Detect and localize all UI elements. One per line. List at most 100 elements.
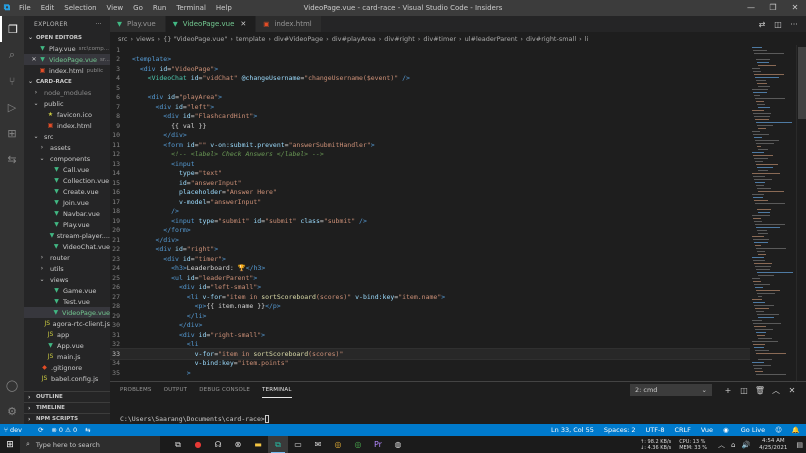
panel-tab-problems[interactable]: PROBLEMS — [120, 382, 152, 398]
vscode-insiders-icon[interactable]: ⧉ — [268, 436, 288, 453]
code-line[interactable]: 1 — [110, 45, 750, 55]
tab-play-vue[interactable]: ▼ Play.vue — [110, 16, 166, 32]
sidebar-section-timeline[interactable]: › TIMELINE — [24, 402, 110, 413]
new-terminal-icon[interactable]: + — [720, 386, 736, 395]
close-icon[interactable]: ✕ — [784, 0, 806, 16]
breadcrumb-item[interactable]: views — [136, 35, 154, 43]
code-line[interactable]: 4 <VideoChat id="vidChat" @changeUsernam… — [110, 74, 750, 84]
account-icon[interactable]: ◯ — [0, 372, 24, 398]
go-live-button[interactable]: ◉ Go Live — [723, 426, 765, 434]
file-item[interactable]: JS app — [24, 329, 110, 340]
task-view-icon[interactable]: ⧉ — [168, 436, 188, 453]
code-line[interactable]: 13 <input — [110, 159, 750, 169]
panel-tab-output[interactable]: OUTPUT — [164, 382, 188, 398]
more-actions-icon[interactable]: ··· — [95, 21, 102, 28]
live-share-icon[interactable]: ⇆ — [0, 146, 24, 172]
language-mode[interactable]: Vue — [701, 426, 713, 434]
code-line[interactable]: 28 <p>{{ item.name }}</p> — [110, 302, 750, 312]
run-debug-icon[interactable]: ▷ — [0, 94, 24, 120]
live-share-status-icon[interactable]: ⇆ — [85, 426, 90, 434]
code-line[interactable]: 12 <!-- <label> Check Answers </label> -… — [110, 150, 750, 160]
code-line[interactable]: 11 <form id="" v-on:submit.prevent="answ… — [110, 140, 750, 150]
folder-item[interactable]: › utils — [24, 263, 110, 274]
breadcrumb-item[interactable]: div#right-small — [526, 35, 576, 43]
code-line[interactable]: 8 <div id="FlashcardHint"> — [110, 112, 750, 122]
branch-indicator[interactable]: ⑂ dev — [4, 426, 30, 434]
taskbar-search[interactable]: ⌕ Type here to search — [20, 436, 160, 453]
code-line[interactable]: 35 > — [110, 368, 750, 378]
file-item[interactable]: ◆ .gitignore — [24, 362, 110, 373]
code-line[interactable]: 18 /> — [110, 207, 750, 217]
close-panel-icon[interactable]: ✕ — [784, 386, 800, 395]
menu-item-run[interactable]: Run — [148, 0, 171, 16]
file-item[interactable]: ▣ index.html — [24, 120, 110, 131]
folder-item[interactable]: › node_modules — [24, 87, 110, 98]
sidebar-section-npm-scripts[interactable]: › NPM SCRIPTS — [24, 413, 110, 424]
breadcrumb-item[interactable]: template — [236, 35, 265, 43]
code-line[interactable]: 15 id="answerInput" — [110, 178, 750, 188]
menu-item-help[interactable]: Help — [211, 0, 237, 16]
file-item[interactable]: ▼ stream-player.... — [24, 230, 110, 241]
close-icon[interactable]: ✕ — [240, 20, 246, 28]
extensions-icon[interactable]: ⊞ — [0, 120, 24, 146]
code-line[interactable]: 5 — [110, 83, 750, 93]
breadcrumb-item[interactable]: div#right — [384, 35, 415, 43]
split-editor-icon[interactable]: ◫ — [770, 20, 786, 29]
code-line[interactable]: 32 <li — [110, 340, 750, 350]
minimap[interactable] — [750, 45, 796, 381]
cursor-position[interactable]: Ln 33, Col 55 — [551, 426, 594, 434]
breadcrumb-item[interactable]: div#VideoPage — [274, 35, 323, 43]
clock[interactable]: 4:54 AM 4/25/2021 — [759, 438, 787, 452]
folder-item[interactable]: ⌄ src — [24, 131, 110, 142]
indentation[interactable]: Spaces: 2 — [604, 426, 636, 434]
file-item[interactable]: JS main.js — [24, 351, 110, 362]
mail-app-icon[interactable]: ✉ — [308, 436, 328, 453]
code-line[interactable]: 31 <div id="right-small"> — [110, 330, 750, 340]
open-editors-section[interactable]: ⌄ OPEN EDITORS — [24, 32, 110, 43]
code-line[interactable]: 27 <li v-for="item in sortScoreboard(sco… — [110, 292, 750, 302]
file-item[interactable]: ▼ VideoPage.vue — [24, 307, 110, 318]
code-line[interactable]: 24 <h3>Leaderboard: 🏆</h3> — [110, 264, 750, 274]
breadcrumb-item[interactable]: div#timer — [423, 35, 456, 43]
code-line[interactable]: 22 <div id="right"> — [110, 245, 750, 255]
code-line[interactable]: 10 </div> — [110, 131, 750, 141]
gear-icon[interactable]: ⚙ — [0, 398, 24, 424]
folder-item[interactable]: › router — [24, 252, 110, 263]
breadcrumb-item[interactable]: div#playArea — [332, 35, 376, 43]
menu-item-file[interactable]: File — [14, 0, 36, 16]
breadcrumb-item[interactable]: ul#leaderParent — [465, 35, 518, 43]
code-line[interactable]: 7 <div id="left"> — [110, 102, 750, 112]
headphones-app-icon[interactable]: ☊ — [208, 436, 228, 453]
tab-index-html[interactable]: ▣ index.html — [256, 16, 322, 32]
menu-item-terminal[interactable]: Terminal — [171, 0, 211, 16]
breadcrumb-item[interactable]: {} "VideoPage.vue" — [163, 35, 227, 43]
file-item[interactable]: ▼ Call.vue — [24, 164, 110, 175]
trash-icon[interactable]: 🗑 — [752, 386, 768, 395]
file-explorer-icon[interactable]: ▬ — [248, 436, 268, 453]
problems-indicator[interactable]: ⊗ 0 ⚠ 0 — [51, 426, 77, 434]
sync-icon[interactable]: ⟳ — [38, 426, 43, 434]
maximize-panel-icon[interactable]: ︿ — [768, 385, 784, 396]
file-item[interactable]: ▼ Game.vue — [24, 285, 110, 296]
open-editor-item[interactable]: ▣ index.html public — [24, 65, 110, 76]
scrollbar-thumb[interactable] — [798, 47, 806, 119]
explorer-icon[interactable]: ❐ — [0, 16, 24, 42]
record-app-icon[interactable]: ● — [188, 436, 208, 453]
close-icon[interactable]: ✕ — [30, 56, 38, 63]
code-editor[interactable]: 1 2 <template> 3 <div id="VideoPage"> 4 <Vid… — [110, 45, 750, 381]
file-item[interactable]: ★ favicon.ico — [24, 109, 110, 120]
split-terminal-icon[interactable]: ◫ — [736, 386, 752, 395]
notifications-icon[interactable]: 🔔 — [792, 426, 800, 434]
code-line[interactable]: 16 placeholder="Answer Here" — [110, 188, 750, 198]
code-line[interactable]: 3 <div id="VideoPage"> — [110, 64, 750, 74]
network-icon[interactable]: ⌂ — [731, 441, 735, 449]
code-line[interactable]: 25 <ul id="leaderParent"> — [110, 273, 750, 283]
encoding[interactable]: UTF-8 — [646, 426, 665, 434]
code-line[interactable]: 26 <div id="left-small"> — [110, 283, 750, 293]
folder-item[interactable]: ⌄ public — [24, 98, 110, 109]
feedback-icon[interactable]: ☺ — [775, 426, 782, 434]
code-line[interactable]: 20 </form> — [110, 226, 750, 236]
code-line[interactable]: 21 </div> — [110, 235, 750, 245]
file-item[interactable]: ▼ Create.vue — [24, 186, 110, 197]
sidebar-section-outline[interactable]: › OUTLINE — [24, 391, 110, 402]
